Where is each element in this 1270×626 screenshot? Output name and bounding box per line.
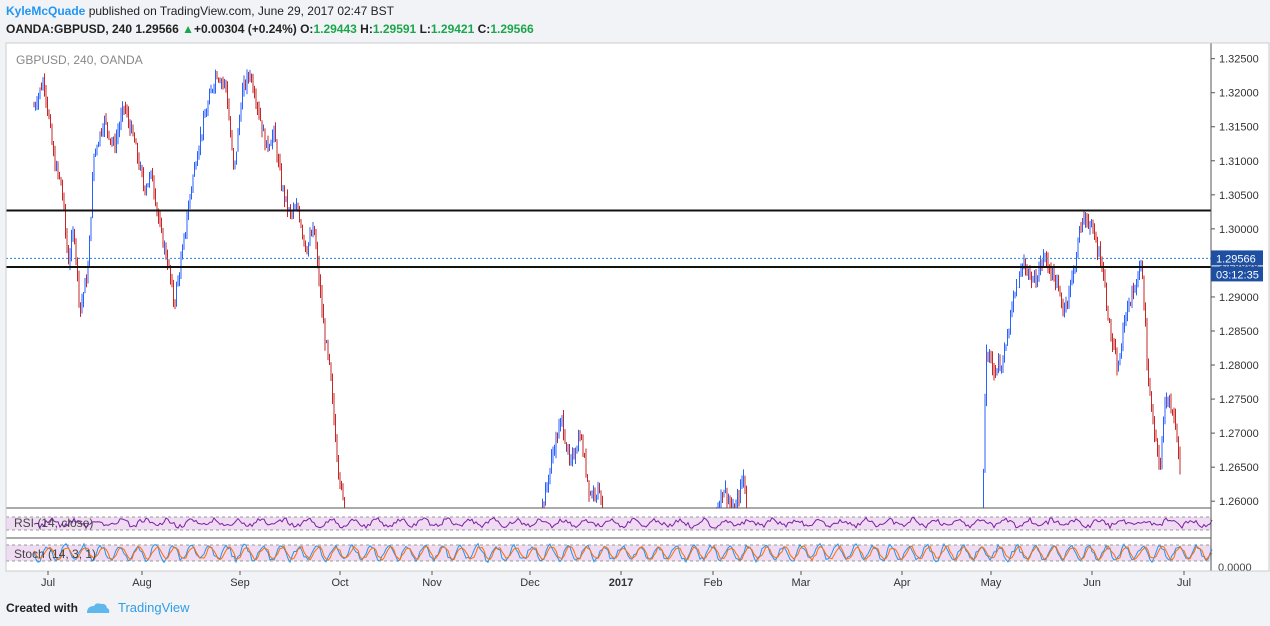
price-tick-label: 1.32000	[1219, 88, 1259, 100]
tradingview-logo-icon	[87, 602, 110, 613]
time-tick-label: Feb	[704, 577, 723, 589]
symbol-watermark: GBPUSD, 240, OANDA	[16, 53, 143, 67]
price-tick-label: 1.31500	[1219, 122, 1259, 134]
time-tick-label: 2017	[609, 577, 633, 589]
countdown-text: 03:12:35	[1216, 269, 1259, 281]
stoch-label: Stoch (14, 3, 1)	[14, 547, 96, 561]
tradingview-brand-link[interactable]: TradingView	[118, 600, 190, 615]
current-price-text: 1.29566	[1216, 253, 1256, 265]
time-tick-label: Aug	[132, 577, 152, 589]
price-chart[interactable]: GBPUSD, 240, OANDA RSI (14, close) Stoch…	[0, 0, 1270, 626]
time-tick-label: May	[981, 577, 1002, 589]
price-tick-label: 1.29000	[1219, 292, 1259, 304]
created-with-text: Created with	[6, 600, 79, 615]
time-tick-label: Jun	[1083, 577, 1101, 589]
time-tick-label: Mar	[792, 577, 811, 589]
price-tick-label: 1.30500	[1219, 190, 1259, 202]
price-tick-label: 1.28500	[1219, 326, 1259, 338]
time-tick-label: Jul	[41, 577, 55, 589]
time-tick-label: Nov	[422, 577, 442, 589]
rsi-label: RSI (14, close)	[14, 516, 93, 530]
time-axis-ticks[interactable]: Jul Aug Sep Oct Nov Dec 2017 Feb Mar Apr May Jun Jul	[41, 571, 1191, 589]
time-tick-label: Dec	[520, 577, 540, 589]
chart-pane-bg	[6, 43, 1211, 571]
price-tick-label: 1.27500	[1219, 394, 1259, 406]
footer: Created with TradingView	[6, 600, 190, 615]
oscillator-zero-tick: 0.0000	[1218, 562, 1252, 574]
price-tick-label: 1.32500	[1219, 54, 1259, 66]
price-tick-label: 1.26000	[1219, 496, 1259, 508]
price-tick-label: 1.26500	[1219, 462, 1259, 474]
price-tick-label: 1.28000	[1219, 360, 1259, 372]
price-tick-label: 1.27000	[1219, 428, 1259, 440]
time-tick-label: Apr	[893, 577, 910, 589]
time-tick-label: Oct	[331, 577, 348, 589]
price-tick-label: 1.30000	[1219, 224, 1259, 236]
time-tick-label: Sep	[230, 577, 250, 589]
time-tick-label: Jul	[1177, 577, 1191, 589]
price-tick-label: 1.31000	[1219, 156, 1259, 168]
